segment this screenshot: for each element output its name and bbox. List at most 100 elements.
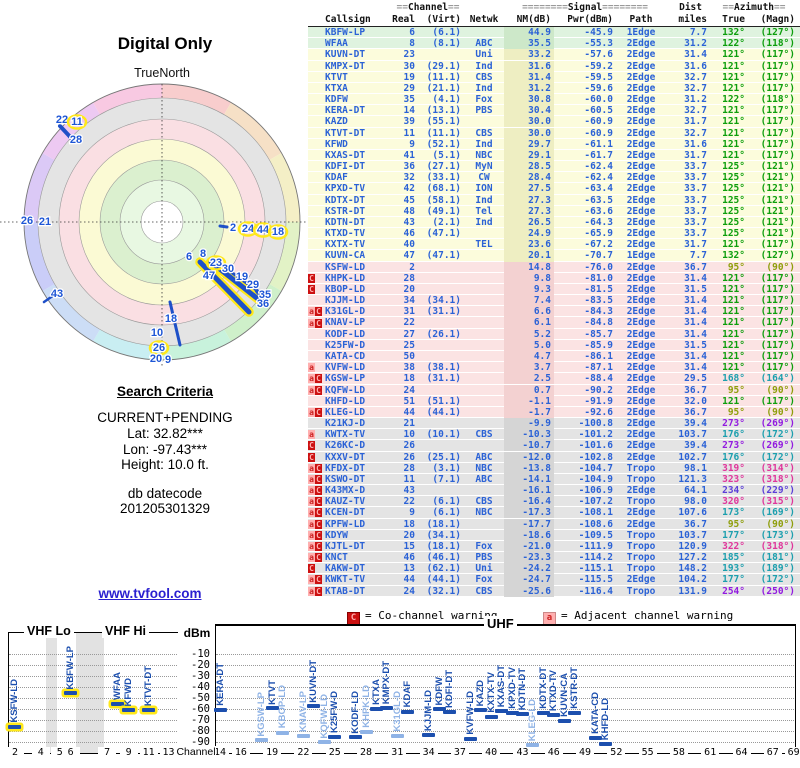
search-criteria-heading: Search Criteria [116,384,214,399]
table-group-header: ==Channel== ========Signal======== Dist … [396,2,786,13]
station-callsign-label: KDFW [433,676,445,706]
table-row: a C KWKT-TV 44 (44.1) Fox -24.7 -115.5 2Edge 104.… [308,574,800,586]
table-row: a KVFW-LD 38 (38.1) 3.7 -87.1 2Edge 31.4 121° (11… [308,362,800,374]
x-axis-tick-label: 43 [513,747,532,758]
callsign-cell: KCEN-DT [325,507,366,519]
x-axis-tick-label: 37 [450,747,469,758]
co-channel-warning-icon: C [315,318,322,328]
signal-bar [111,701,125,706]
table-row: a C KLEG-LD 44 (44.1) -1.7 -92.6 2Edge 36.7 95° (9… [308,406,800,419]
vhf-left-border [8,632,9,754]
x-axis-tick-label: 19 [263,747,282,758]
station-bar-label: KHPK-LD [360,618,373,728]
signal-bar [122,708,136,713]
station-bar-label: K25FW-D [328,623,341,733]
adjacent-channel-warning-icon: a [308,497,315,507]
gridline [9,720,177,721]
station-callsign-label: KMPX-DT [381,660,393,705]
callsign-cell: KPXD-TV [325,183,366,195]
co-channel-warning-icon: C [315,508,322,518]
table-row: WFAA 8 (8.1) ABC 35.5 -55.3 2Edge 31.2 122° (118°… [308,38,800,50]
channel-number-label: 30 [222,263,234,275]
adjacent-channel-warning-icon: a [308,363,315,373]
callsign-cell: WFAA [325,38,348,50]
station-callsign-label: KUVN-DT [308,659,320,703]
co-channel-warning-icon: C [347,612,360,625]
adjacent-channel-warning-icon: a [308,407,315,417]
station-callsign-label: KGSW-LP [256,691,268,737]
callsign-cell: KBOP-LD [325,283,366,295]
station-callsign-label: KAZD [475,679,487,706]
co-channel-warning-icon: C [308,452,315,462]
callsign-cell: KTVT [325,71,348,83]
db-datecode-label: db datecode [127,486,203,501]
channel-number-label: 10 [151,327,163,339]
co-channel-warning-icon: C [308,564,315,574]
gridline [9,731,177,732]
callsign-cell: K31GL-D [325,306,366,318]
station-bar-label: KUVN-DT [307,592,320,703]
callsign-cell: KQFW-LD [325,384,366,396]
table-row: KTXA 29 (21.1) Ind 31.2 -59.6 2Edge 32.7 121° (11… [308,82,800,95]
signal-bar [442,709,456,714]
channel-number-label: 23 [210,257,222,269]
signal-bar [463,736,477,741]
table-row: K21KJ-D 21 -9.9 -100.8 2Edge 39.4 273° (269°) [308,418,800,430]
callsign-cell: KXXV-DT [325,451,366,463]
station-callsign-label: KTXD-TV [548,670,560,712]
station-callsign-label: KXAS-DT [496,664,508,707]
x-axis-tick-label: 22 [294,747,313,758]
adjacent-channel-warning-icon: a [308,385,315,395]
callsign-cell: KFDX-DT [325,462,366,474]
adjacent-channel-warning-icon: a [308,575,315,585]
tvfool-link[interactable]: www.tvfool.com [98,586,201,601]
table-row: C KHPK-LD 28 9.8 -81.0 2Edge 31.4 121° (117°) [308,272,800,284]
x-axis-tick-label: 69 [784,747,800,758]
x-axis-tick-label: 4 [31,747,50,758]
callsign-cell: KVFW-LD [325,362,366,374]
signal-bar [547,713,561,718]
co-channel-warning-icon: C [315,474,322,484]
page-title: Digital Only [117,34,213,53]
callsign-cell: KDTX-DT [325,194,366,206]
callsign-cell: KMPX-DT [325,60,366,72]
callsign-cell: KWKT-TV [325,574,366,586]
channel-number-label: 18 [272,226,284,238]
table-row: KDFW 35 (4.1) Fox 30.8 -60.0 2Edge 31.2 122° (118… [308,94,800,106]
x-axis-tick-label: 9 [119,747,138,758]
x-axis-tick-label: 34 [419,747,438,758]
station-callsign-label: KLEG-LD [527,698,539,741]
callsign-cell: KLEG-LD [325,406,366,418]
table-row: a C K43MX-D 43 -16.1 -106.9 2Edge 64.1 234° (229°… [308,485,800,497]
station-callsign-label: KERA-DT [214,662,226,706]
gridline [9,698,177,699]
station-callsign-label: K25FW-D [329,691,341,734]
table-row: a C KSWO-DT 11 (7.1) ABC -14.1 -104.9 Tropo 121.3… [308,473,800,486]
station-callsign-label: KDTX-DT [537,667,549,709]
signal-bar [64,691,78,696]
db-datecode-value: 201205301329 [119,501,211,516]
signal-bar [568,710,582,715]
table-row: a C KPFW-LD 18 (18.1) -17.7 -108.6 2Edge 36.7 95°… [308,518,800,530]
station-callsign-label: KFWD [123,677,135,707]
gridline [216,687,794,688]
callsign-cell: KBFW-LP [325,27,366,38]
gridline [9,665,177,666]
x-axis-tick-label: 52 [607,747,626,758]
table-row: a C KNAV-LP 22 6.1 -84.8 2Edge 31.4 121° (117°) [308,317,800,329]
y-axis-tick-label: -70 [191,714,210,726]
callsign-cell: KSWO-DT [325,473,366,485]
station-callsign-label: KBOP-LD [277,685,289,729]
adjacent-channel-warning-icon: a [308,463,315,473]
table-row: KSFW-LD 2 14.8 -76.0 2Edge 36.7 95° (90°) [308,261,800,273]
co-channel-warning-icon: C [315,407,322,417]
x-axis-tick-label: 13 [159,747,178,758]
signal-bar [401,709,415,714]
signal-bar [515,711,529,716]
x-axis-tick-label: 2 [5,747,24,758]
channel-axis-label: Channel [176,746,216,758]
station-callsign-label: KXTX-TV [485,672,497,713]
channel-number-label: 8 [200,248,206,260]
callsign-cell: KERA-DT [325,105,366,117]
station-callsign-label: KTVT [266,679,278,705]
